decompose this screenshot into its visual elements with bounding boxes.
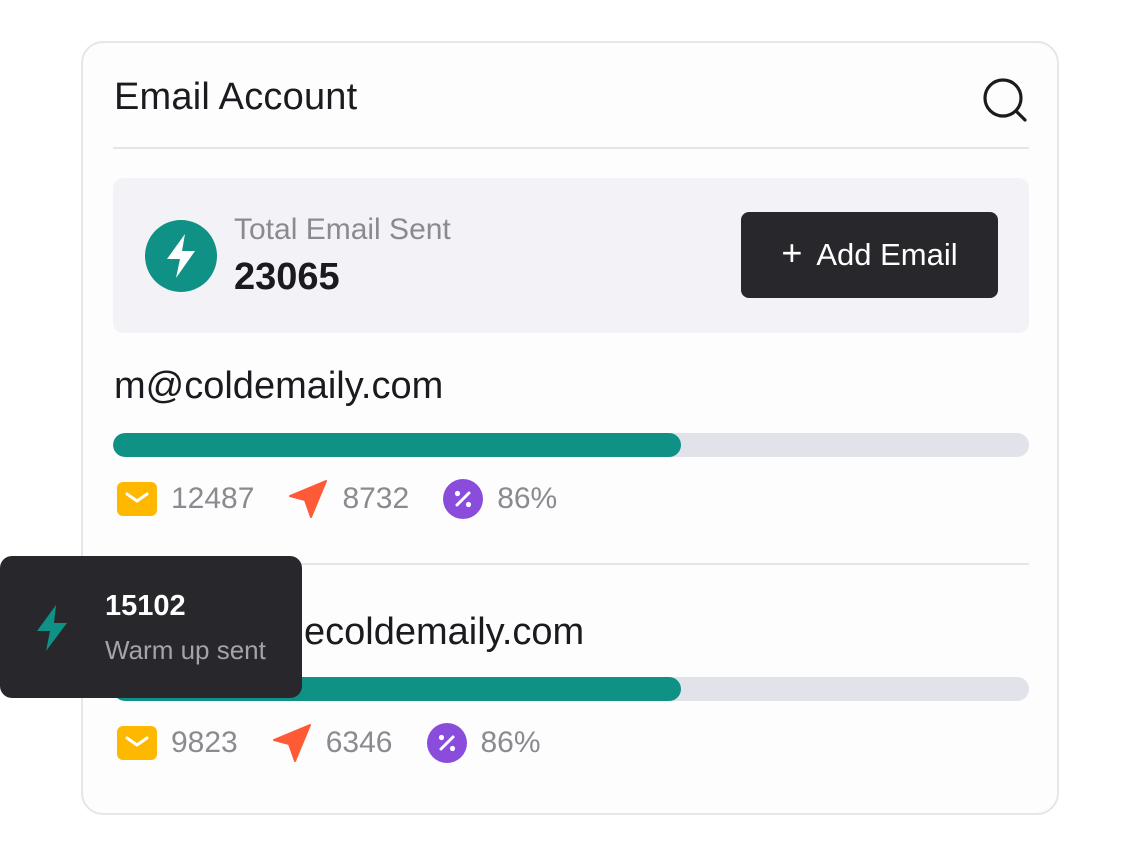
search-icon[interactable] [981,76,1029,124]
stat-value: 86% [497,482,558,515]
send-icon [272,723,312,763]
stat-value: 8732 [342,482,410,515]
total-sent-value: 23065 [234,256,340,298]
stat-value: 12487 [171,482,255,515]
stat-percent: 86% [443,479,557,519]
add-email-label: Add Email [816,237,958,272]
send-icon [288,479,328,519]
percent-icon [426,723,467,763]
lightning-icon [145,220,217,292]
mail-icon [117,479,157,519]
progress-bar [113,433,1029,457]
stat-value: 86% [480,726,541,759]
stat-sent: 8732 [288,479,409,519]
percent-icon [443,479,484,519]
total-sent-label: Total Email Sent [234,213,451,246]
lightning-icon [34,604,70,652]
plus-icon: + [781,232,803,273]
card-header: Email Account [113,43,1029,149]
account-email: ecoldemaily.com [304,611,585,653]
add-email-button[interactable]: + Add Email [741,212,998,298]
account-stats: 9823 6346 86% [117,723,575,763]
total-sent-summary: Total Email Sent 23065 + Add Email [113,178,1029,333]
mail-icon [117,723,157,763]
account-item[interactable]: m@coldemaily.com 12487 8732 86% [113,365,1029,565]
account-stats: 12487 8732 86% [117,479,591,519]
stat-value: 6346 [325,726,393,759]
stat-value: 9823 [171,726,238,759]
stat-mail: 12487 [117,479,254,519]
tooltip-value: 15102 [105,590,186,622]
progress-fill [113,433,681,457]
stat-mail: 9823 [117,723,238,763]
warmup-tooltip: 15102 Warm up sent [0,556,302,698]
account-email: m@coldemaily.com [114,365,444,407]
card-title: Email Account [114,76,358,118]
stat-sent: 6346 [272,723,393,763]
email-account-card: Email Account Total Email Sent 23065 + A… [81,41,1059,815]
stat-percent: 86% [426,723,541,763]
tooltip-label: Warm up sent [105,635,266,665]
